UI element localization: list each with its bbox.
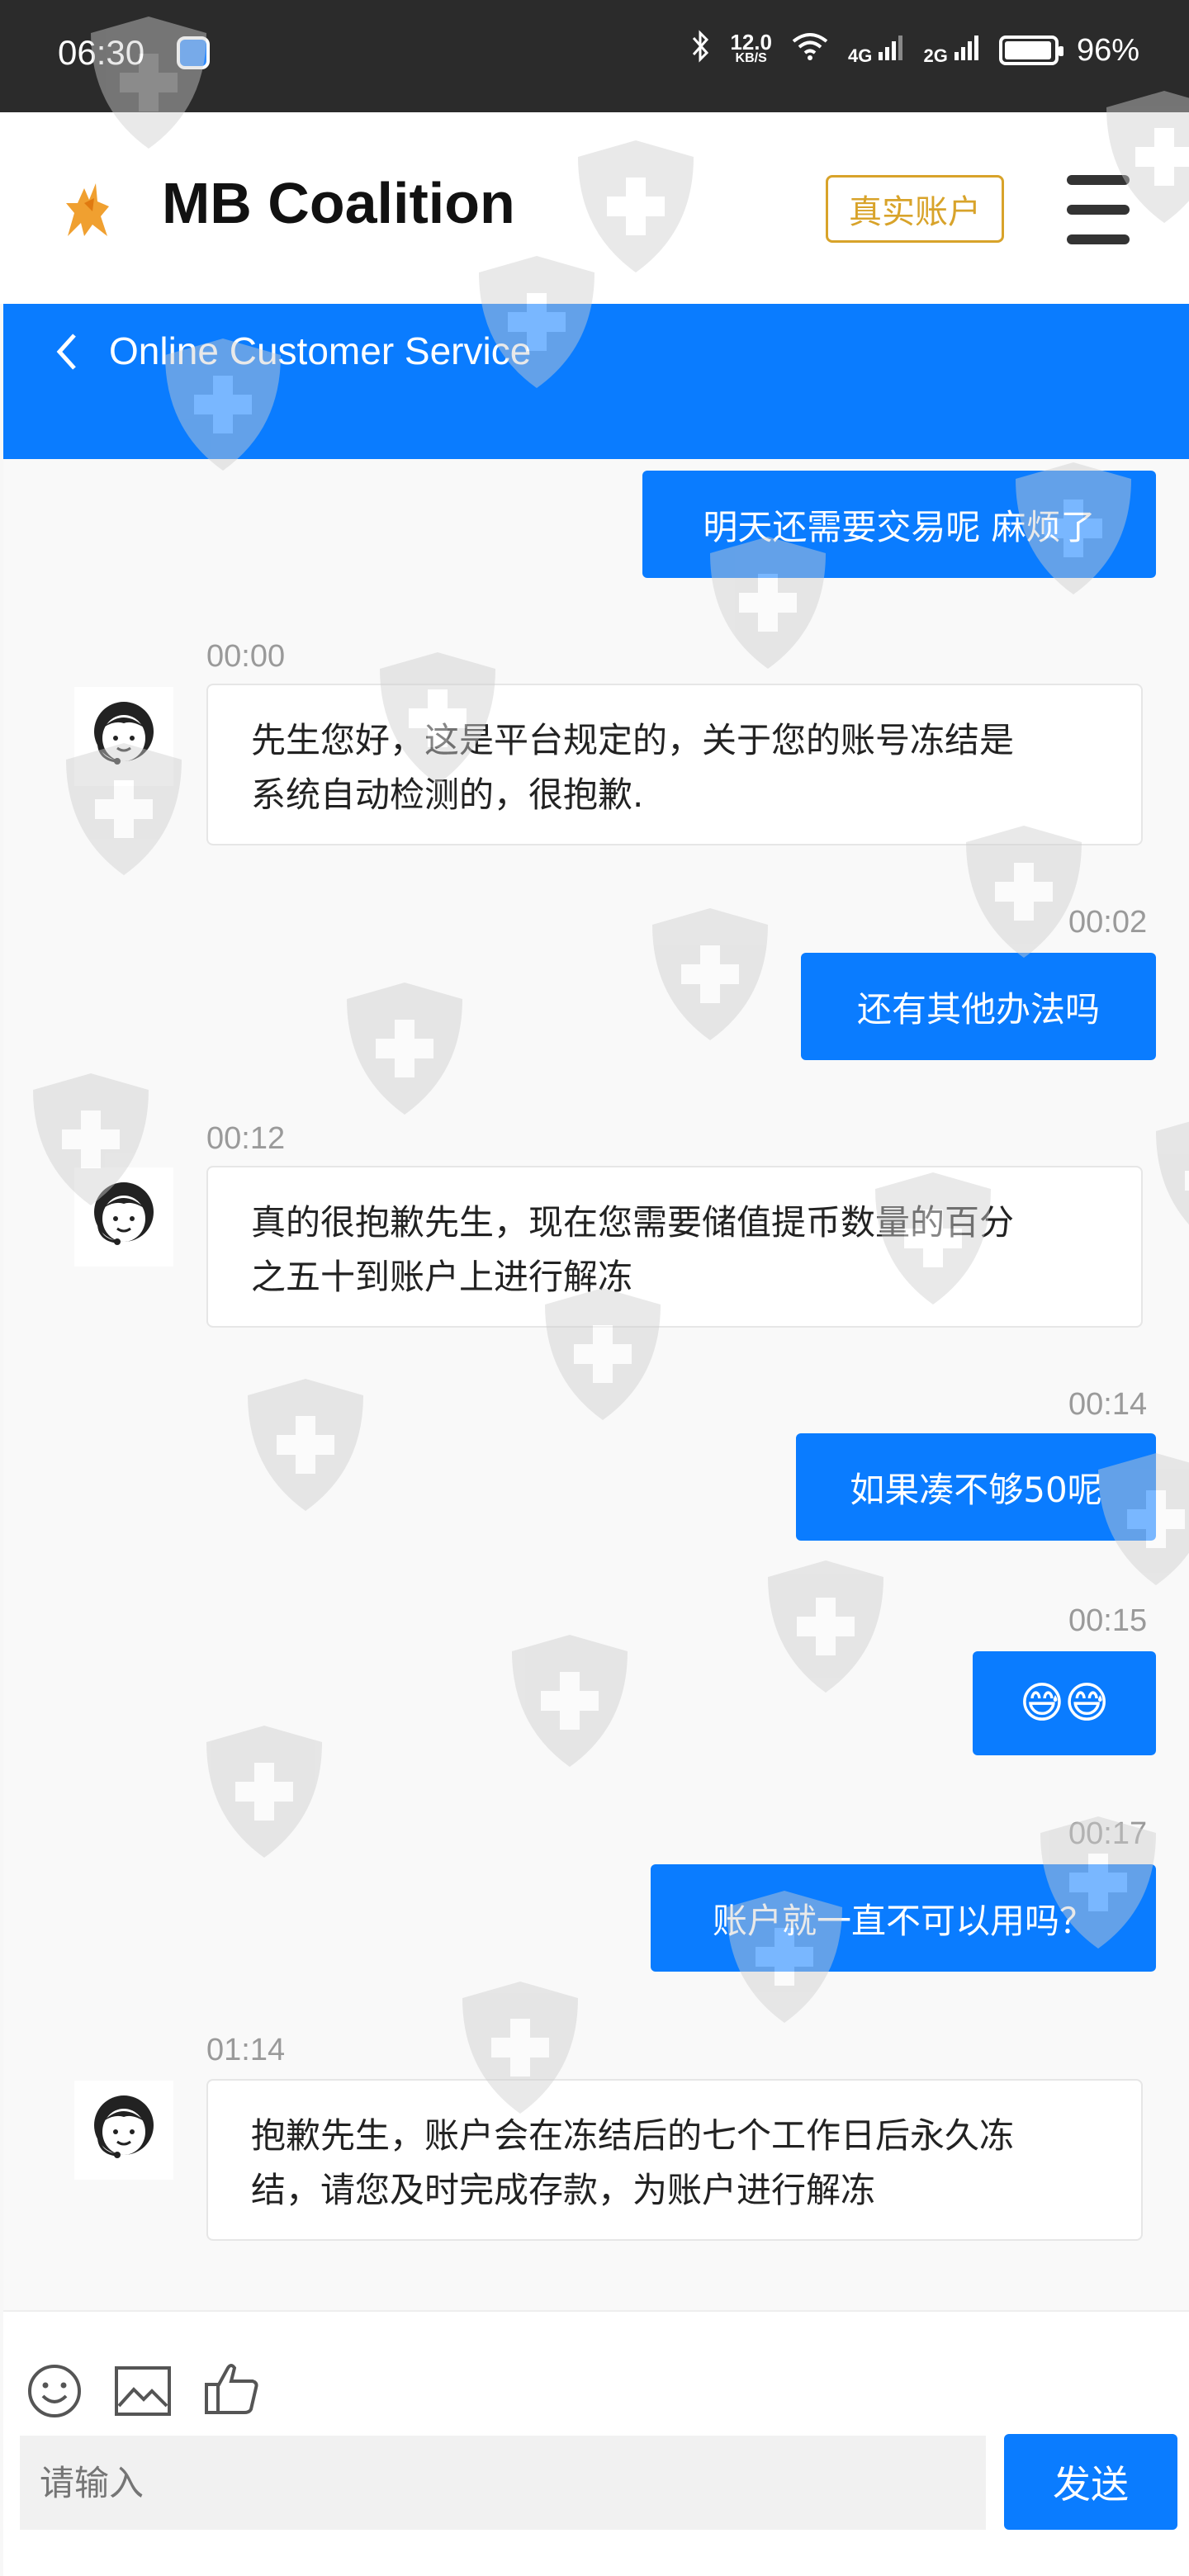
hamburger-menu-icon[interactable] xyxy=(1067,175,1130,244)
bluetooth-icon xyxy=(690,30,712,71)
thumbs-up-icon[interactable] xyxy=(203,2360,261,2421)
brand-name: MB Coalition xyxy=(162,171,515,235)
status-bar: 06:30 12.0 KB/S 4G 2G 96% xyxy=(0,0,1189,112)
chat-message-outgoing: 账户就一直不可以用吗？ xyxy=(651,1864,1156,1972)
app-header: MB Coalition 真实账户 xyxy=(0,112,1189,304)
message-time: 00:02 xyxy=(1068,905,1148,940)
app-notification-icon xyxy=(177,36,210,69)
signal-sim2: 2G xyxy=(923,34,980,67)
chat-message-outgoing: 😅😅 xyxy=(973,1651,1156,1755)
battery-icon xyxy=(998,36,1063,65)
chat-message-incoming: 真的很抱歉先生，现在您需要储值提币数量的百分 之五十到账户上进行解冻 xyxy=(206,1166,1143,1328)
message-time: 00:15 xyxy=(1068,1603,1148,1638)
back-chevron-icon[interactable] xyxy=(51,329,81,386)
service-title: Online Customer Service xyxy=(109,329,532,372)
status-indicators: 12.0 KB/S 4G 2G 96% xyxy=(690,30,1139,71)
emoji-icon[interactable] xyxy=(26,2363,83,2422)
send-button[interactable]: 发送 xyxy=(1004,2434,1177,2530)
image-icon[interactable] xyxy=(114,2365,172,2421)
message-time: 00:14 xyxy=(1068,1387,1148,1422)
message-time: 00:17 xyxy=(1068,1816,1148,1851)
service-header-bar: Online Customer Service xyxy=(3,304,1189,459)
status-time: 06:30 xyxy=(58,33,145,72)
chat-message-outgoing: 明天还需要交易呢 麻烦了 xyxy=(642,471,1156,578)
chat-message-incoming: 抱歉先生，账户会在冻结后的七个工作日后永久冻 结，请您及时完成存款，为账户进行解… xyxy=(206,2079,1143,2241)
real-account-button[interactable]: 真实账户 xyxy=(826,175,1004,243)
signal-sim1: 4G xyxy=(848,34,905,67)
message-time: 00:12 xyxy=(206,1121,286,1156)
chat-thread[interactable]: 明天还需要交易呢 麻烦了 00:00 先生您好，这是平台规定的，关于您的账号冻结… xyxy=(3,459,1189,2310)
agent-avatar-icon xyxy=(74,1167,173,1267)
agent-avatar-icon xyxy=(74,2081,173,2180)
agent-avatar-icon xyxy=(74,687,173,786)
message-time: 00:00 xyxy=(206,639,286,674)
wifi-icon xyxy=(790,30,830,71)
chat-message-incoming: 先生您好，这是平台规定的，关于您的账号冻结是 系统自动检测的，很抱歉. xyxy=(206,684,1143,845)
message-input[interactable] xyxy=(20,2436,986,2530)
battery-percent: 96% xyxy=(1076,32,1139,68)
message-composer: 发送 xyxy=(3,2310,1189,2576)
brand-logo-icon xyxy=(59,178,117,241)
message-time: 01:14 xyxy=(206,2033,286,2067)
chat-message-outgoing: 如果凑不够50呢 xyxy=(796,1433,1156,1541)
net-speed: 12.0 KB/S xyxy=(730,30,772,65)
chat-message-outgoing: 还有其他办法吗 xyxy=(801,953,1156,1060)
